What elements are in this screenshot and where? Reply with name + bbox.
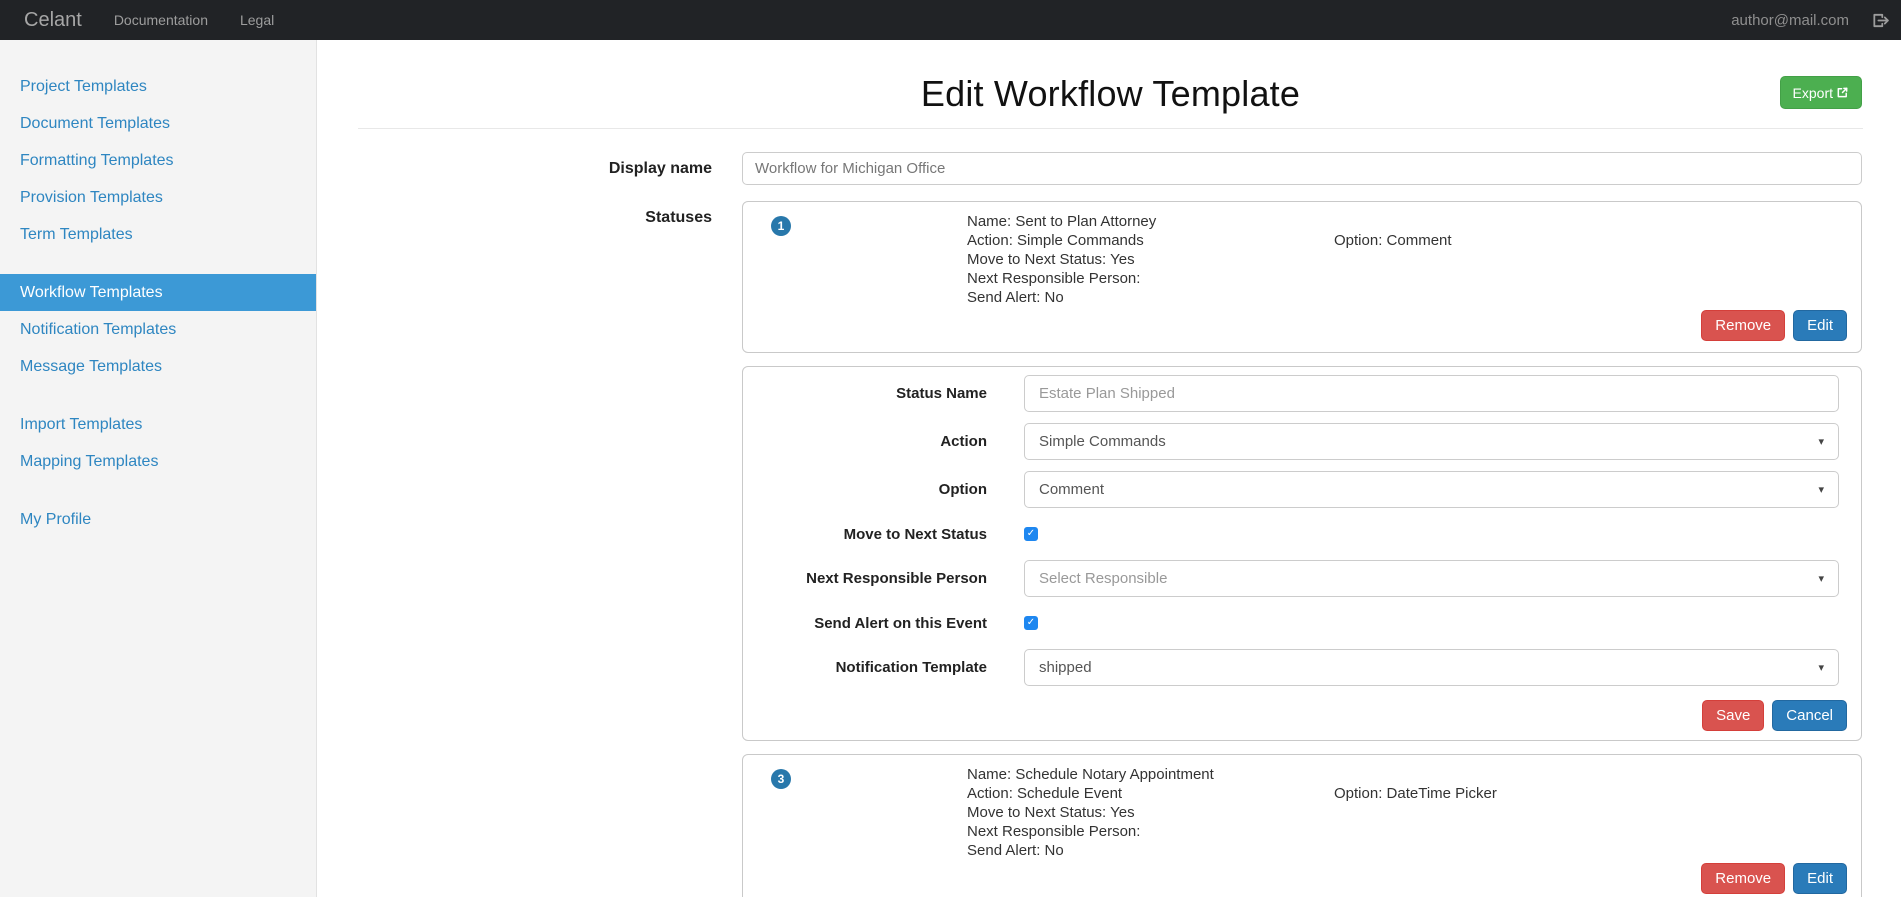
edit-button[interactable]: Edit	[1793, 863, 1847, 894]
action-row: Action Simple Commands ▾	[743, 423, 1847, 460]
status-name-input[interactable]	[1024, 375, 1839, 412]
notification-template-select[interactable]: shipped ▾	[1024, 649, 1839, 686]
edit-button[interactable]: Edit	[1793, 310, 1847, 341]
statuses-row: Statuses 1 Name: Sent to Plan Attorney A…	[358, 201, 1863, 897]
sidebar-item-import-templates[interactable]: Import Templates	[0, 406, 316, 443]
remove-button[interactable]: Remove	[1701, 310, 1786, 341]
sidebar-item-my-profile[interactable]: My Profile	[0, 501, 316, 538]
sidebar-item-workflow-templates[interactable]: Workflow Templates	[0, 274, 316, 311]
sidebar-item-message-templates[interactable]: Message Templates	[0, 348, 316, 385]
brand-logo[interactable]: Celant	[24, 9, 82, 32]
navbar-right: author@mail.com	[1731, 10, 1891, 30]
display-name-row: Display name	[358, 152, 1863, 185]
notification-template-row: Notification Template shipped ▾	[743, 649, 1847, 686]
sidebar-group-profile: My Profile	[0, 501, 316, 538]
option-select-value: Comment	[1039, 481, 1105, 498]
status-card-1-buttons: Remove Edit	[771, 310, 1847, 341]
notification-template-select-value: shipped	[1039, 659, 1092, 676]
sidebar: Project Templates Document Templates For…	[0, 40, 317, 897]
status-action-line: Action: Simple Commands	[967, 232, 1144, 249]
status-cards-list: 1 Name: Sent to Plan Attorney Action: Si…	[742, 201, 1862, 897]
remove-button[interactable]: Remove	[1701, 863, 1786, 894]
save-button[interactable]: Save	[1702, 700, 1765, 731]
move-to-next-label: Move to Next Status	[843, 525, 987, 543]
sidebar-item-mapping-templates[interactable]: Mapping Templates	[0, 443, 316, 480]
header-divider	[358, 128, 1863, 129]
action-field-label: Action	[940, 433, 987, 450]
status-name-line: Name: Schedule Notary Appointment	[967, 766, 1214, 783]
display-name-label: Display name	[608, 159, 712, 177]
status-number-badge: 1	[771, 216, 791, 236]
sidebar-item-project-templates[interactable]: Project Templates	[0, 68, 316, 105]
sidebar-item-document-templates[interactable]: Document Templates	[0, 105, 316, 142]
status-card-1-body: 1 Name: Sent to Plan Attorney Action: Si…	[771, 212, 1847, 307]
status-responsible-line: Next Responsible Person:	[967, 270, 1141, 287]
option-select[interactable]: Comment ▾	[1024, 471, 1839, 508]
nav-link-legal[interactable]: Legal	[240, 12, 274, 28]
sidebar-group-import: Import Templates Mapping Templates	[0, 406, 316, 480]
status-option-line: Option: Comment	[1334, 232, 1452, 249]
status-move-line: Move to Next Status: Yes	[967, 251, 1135, 268]
send-alert-checkbox[interactable]	[1024, 616, 1038, 630]
user-email: author@mail.com	[1731, 11, 1849, 29]
edit-form-buttons: Save Cancel	[743, 700, 1847, 731]
send-alert-label: Send Alert on this Event	[814, 614, 987, 632]
status-card-1-details: Name: Sent to Plan Attorney Action: Simp…	[967, 212, 1334, 307]
move-to-next-checkbox[interactable]	[1024, 527, 1038, 541]
status-move-line: Move to Next Status: Yes	[967, 804, 1135, 821]
status-number-badge: 3	[771, 769, 791, 789]
status-alert-line: Send Alert: No	[967, 289, 1064, 306]
top-navbar: Celant Documentation Legal author@mail.c…	[0, 0, 1901, 40]
status-card-3: 3 Name: Schedule Notary Appointment Acti…	[742, 754, 1862, 897]
status-card-1: 1 Name: Sent to Plan Attorney Action: Si…	[742, 201, 1862, 353]
status-card-1-badge-col: 1	[771, 212, 967, 307]
status-alert-line: Send Alert: No	[967, 842, 1064, 859]
status-card-3-body: 3 Name: Schedule Notary Appointment Acti…	[771, 765, 1847, 860]
sidebar-group-templates: Project Templates Document Templates For…	[0, 68, 316, 253]
status-action-line: Action: Schedule Event	[967, 785, 1123, 802]
caret-down-icon: ▾	[1818, 573, 1824, 585]
sidebar-item-notification-templates[interactable]: Notification Templates	[0, 311, 316, 348]
status-option-line: Option: DateTime Picker	[1334, 785, 1497, 802]
move-to-next-row: Move to Next Status	[743, 519, 1847, 549]
status-card-3-buttons: Remove Edit	[771, 863, 1847, 894]
cancel-button[interactable]: Cancel	[1772, 700, 1847, 731]
export-button-label: Export	[1792, 84, 1833, 101]
option-field-label: Option	[938, 481, 987, 498]
status-name-field-label: Status Name	[896, 385, 987, 402]
export-icon	[1836, 86, 1849, 99]
caret-down-icon: ▾	[1818, 662, 1824, 674]
next-responsible-row: Next Responsible Person Select Responsib…	[743, 560, 1847, 597]
page-header: Edit Workflow Template Export	[358, 40, 1863, 122]
action-select-value: Simple Commands	[1039, 433, 1166, 450]
status-name-row: Status Name	[743, 375, 1847, 412]
sidebar-item-formatting-templates[interactable]: Formatting Templates	[0, 142, 316, 179]
sidebar-group-workflow: Workflow Templates Notification Template…	[0, 274, 316, 385]
status-name-line: Name: Sent to Plan Attorney	[967, 213, 1157, 230]
export-button[interactable]: Export	[1779, 76, 1862, 109]
next-responsible-label: Next Responsible Person	[806, 570, 987, 587]
page-title: Edit Workflow Template	[920, 73, 1301, 114]
caret-down-icon: ▾	[1818, 436, 1824, 448]
nav-link-documentation[interactable]: Documentation	[114, 12, 208, 28]
statuses-label: Statuses	[645, 209, 712, 226]
display-name-input[interactable]	[742, 152, 1862, 185]
notification-template-label: Notification Template	[835, 659, 987, 676]
next-responsible-select[interactable]: Select Responsible ▾	[1024, 560, 1839, 597]
action-select[interactable]: Simple Commands ▾	[1024, 423, 1839, 460]
status-card-3-badge-col: 3	[771, 765, 967, 860]
caret-down-icon: ▾	[1818, 484, 1824, 496]
logout-icon[interactable]	[1871, 10, 1891, 30]
sidebar-item-provision-templates[interactable]: Provision Templates	[0, 179, 316, 216]
main-content: Edit Workflow Template Export Display na…	[318, 40, 1901, 897]
status-edit-form-card: Status Name Action Simple Commands ▾	[742, 366, 1862, 741]
option-row: Option Comment ▾	[743, 471, 1847, 508]
status-card-3-details: Name: Schedule Notary Appointment Action…	[967, 765, 1334, 860]
sidebar-item-term-templates[interactable]: Term Templates	[0, 216, 316, 253]
next-responsible-select-value: Select Responsible	[1039, 570, 1168, 587]
status-responsible-line: Next Responsible Person:	[967, 823, 1141, 840]
send-alert-row: Send Alert on this Event	[743, 608, 1847, 638]
